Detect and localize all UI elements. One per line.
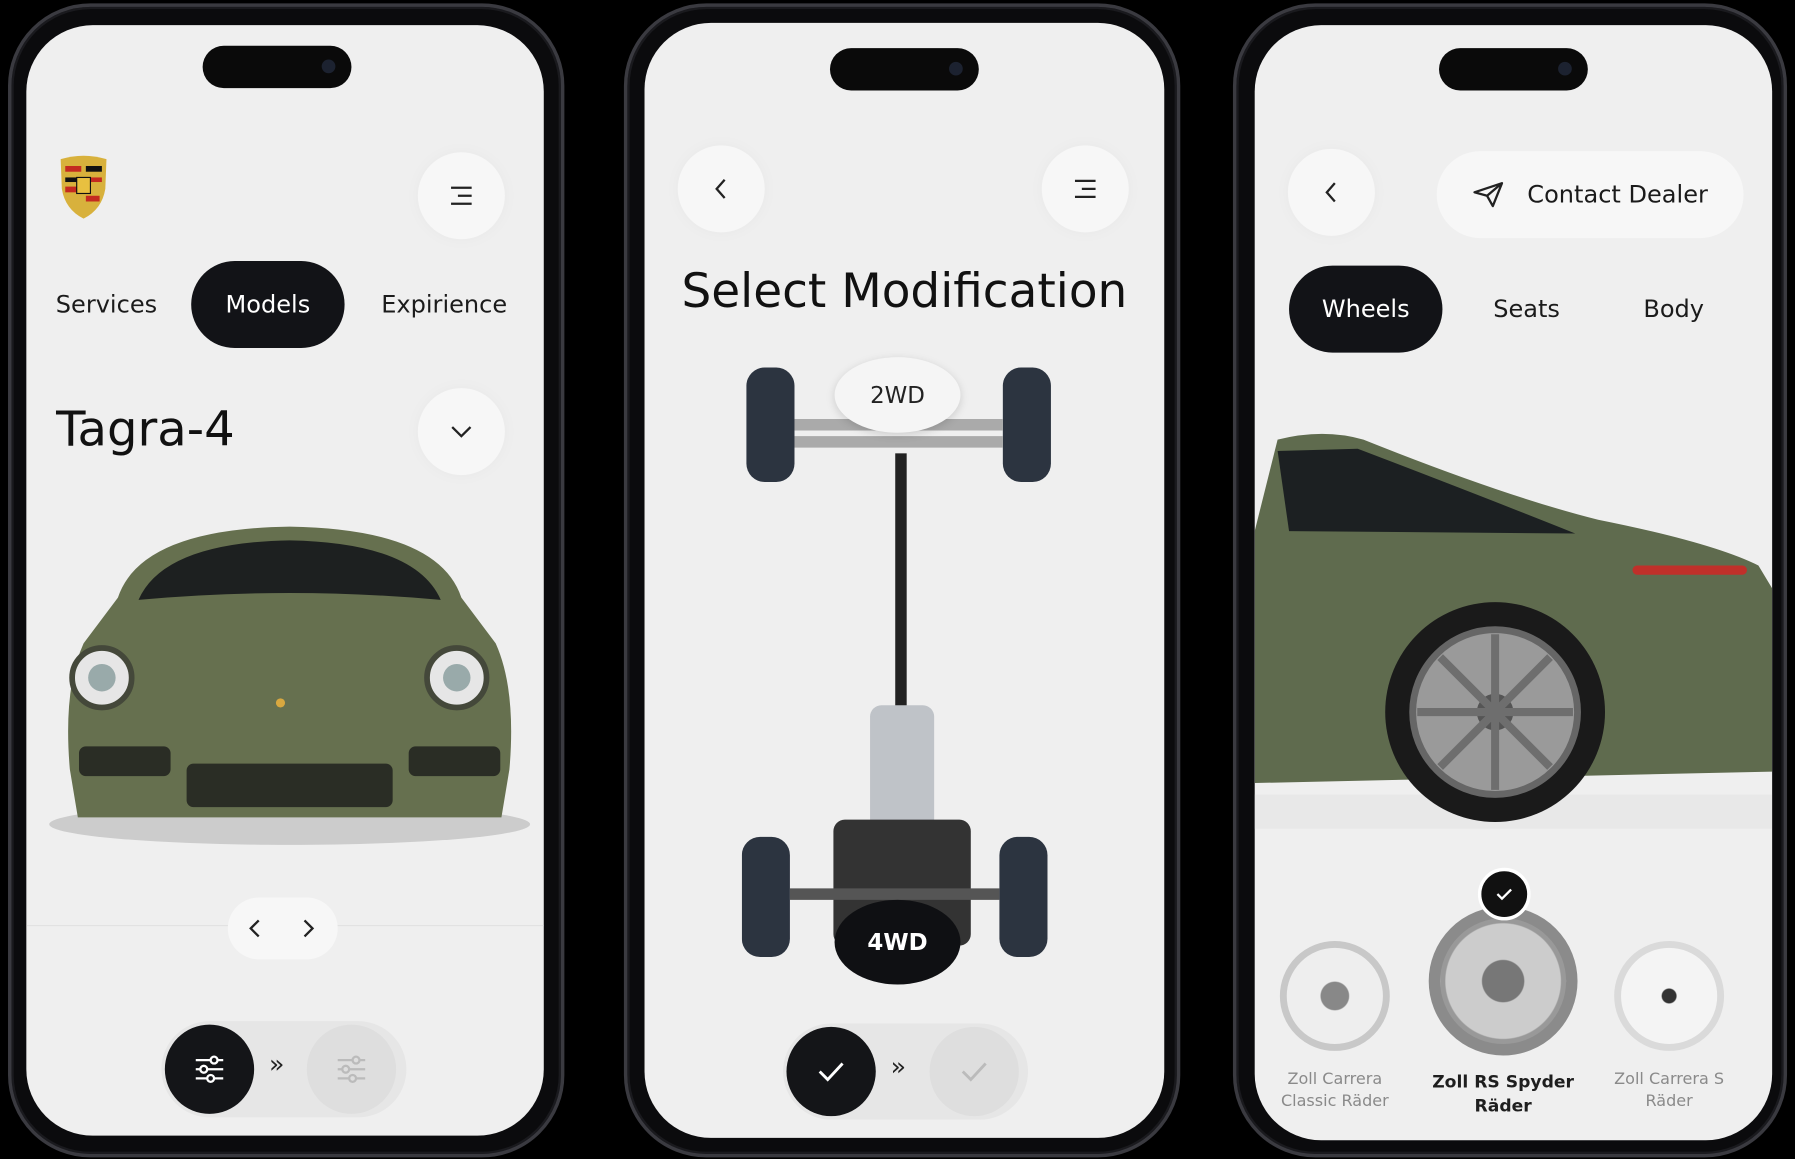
confirm-step-next[interactable] xyxy=(929,1026,1019,1117)
option-4wd[interactable]: 4WD xyxy=(834,899,961,985)
back-button[interactable] xyxy=(1287,148,1375,236)
screen-modification: Select Modification 2WD 4WD » xyxy=(644,22,1165,1138)
car-pager xyxy=(227,897,338,960)
car-front-image xyxy=(49,526,531,845)
double-chevron-right-icon: » xyxy=(890,1053,907,1082)
check-icon xyxy=(818,1062,844,1082)
tab-models[interactable]: Models xyxy=(191,261,345,349)
dynamic-island xyxy=(829,48,979,91)
wheel-option-selected[interactable] xyxy=(1428,906,1578,1056)
car-side-image xyxy=(1254,433,1773,829)
wheel-option[interactable] xyxy=(1614,941,1725,1051)
menu-button[interactable] xyxy=(417,152,505,240)
contact-dealer-label: Contact Dealer xyxy=(1527,180,1708,209)
confirm-step-active[interactable] xyxy=(786,1026,876,1117)
configure-step-next[interactable] xyxy=(306,1024,397,1114)
double-chevron-right-icon: » xyxy=(269,1050,285,1080)
chevron-left-icon xyxy=(1325,182,1336,203)
tab-wheels[interactable]: Wheels xyxy=(1289,265,1443,353)
menu-button[interactable] xyxy=(1041,145,1129,233)
tab-seats[interactable]: Seats xyxy=(1472,266,1581,353)
chevron-left-icon xyxy=(715,178,726,199)
dynamic-island xyxy=(202,45,352,89)
sliders-icon xyxy=(195,1055,224,1083)
sliders-icon xyxy=(337,1055,366,1083)
model-dropdown-button[interactable] xyxy=(417,388,505,476)
menu-icon xyxy=(1074,179,1096,199)
selected-check-badge xyxy=(1477,867,1531,921)
wheel-option[interactable] xyxy=(1279,941,1390,1051)
drivetrain-chassis-image xyxy=(741,367,1051,958)
contact-dealer-button[interactable]: Contact Dealer xyxy=(1436,151,1744,239)
phone-modification: Select Modification 2WD 4WD » xyxy=(623,3,1181,1158)
wheel-label-selected: Zoll RS Spyder Räder xyxy=(1432,1071,1575,1117)
menu-icon xyxy=(451,186,472,205)
back-button[interactable] xyxy=(677,145,765,233)
configure-step-active[interactable] xyxy=(164,1024,255,1114)
chevron-left-icon[interactable] xyxy=(246,917,264,940)
tab-body[interactable]: Body xyxy=(1621,266,1726,353)
screen-models: Services Models Expirience Tagra-4 » xyxy=(26,25,544,1136)
send-icon xyxy=(1473,182,1504,208)
page-title: Select Modification xyxy=(681,263,1128,319)
option-2wd[interactable]: 2WD xyxy=(834,357,961,433)
dynamic-island xyxy=(1439,48,1588,91)
check-icon xyxy=(1496,888,1512,901)
tab-experience[interactable]: Expirience xyxy=(370,261,519,348)
wheel-label: Zoll Carrera S Räder xyxy=(1614,1070,1725,1111)
porsche-logo xyxy=(60,155,107,219)
chevron-right-icon[interactable] xyxy=(299,917,317,940)
wheel-label: Zoll Carrera Classic Räder xyxy=(1280,1070,1389,1111)
screen-wheels: Contact Dealer Wheels Seats Body Zoll Ca… xyxy=(1254,25,1773,1141)
check-icon xyxy=(961,1062,987,1082)
tab-services[interactable]: Services xyxy=(38,261,175,348)
phone-wheels: Contact Dealer Wheels Seats Body Zoll Ca… xyxy=(1232,3,1788,1158)
model-name: Tagra-4 xyxy=(56,400,235,457)
chevron-down-icon xyxy=(451,426,472,438)
phone-models: Services Models Expirience Tagra-4 » xyxy=(8,3,565,1158)
